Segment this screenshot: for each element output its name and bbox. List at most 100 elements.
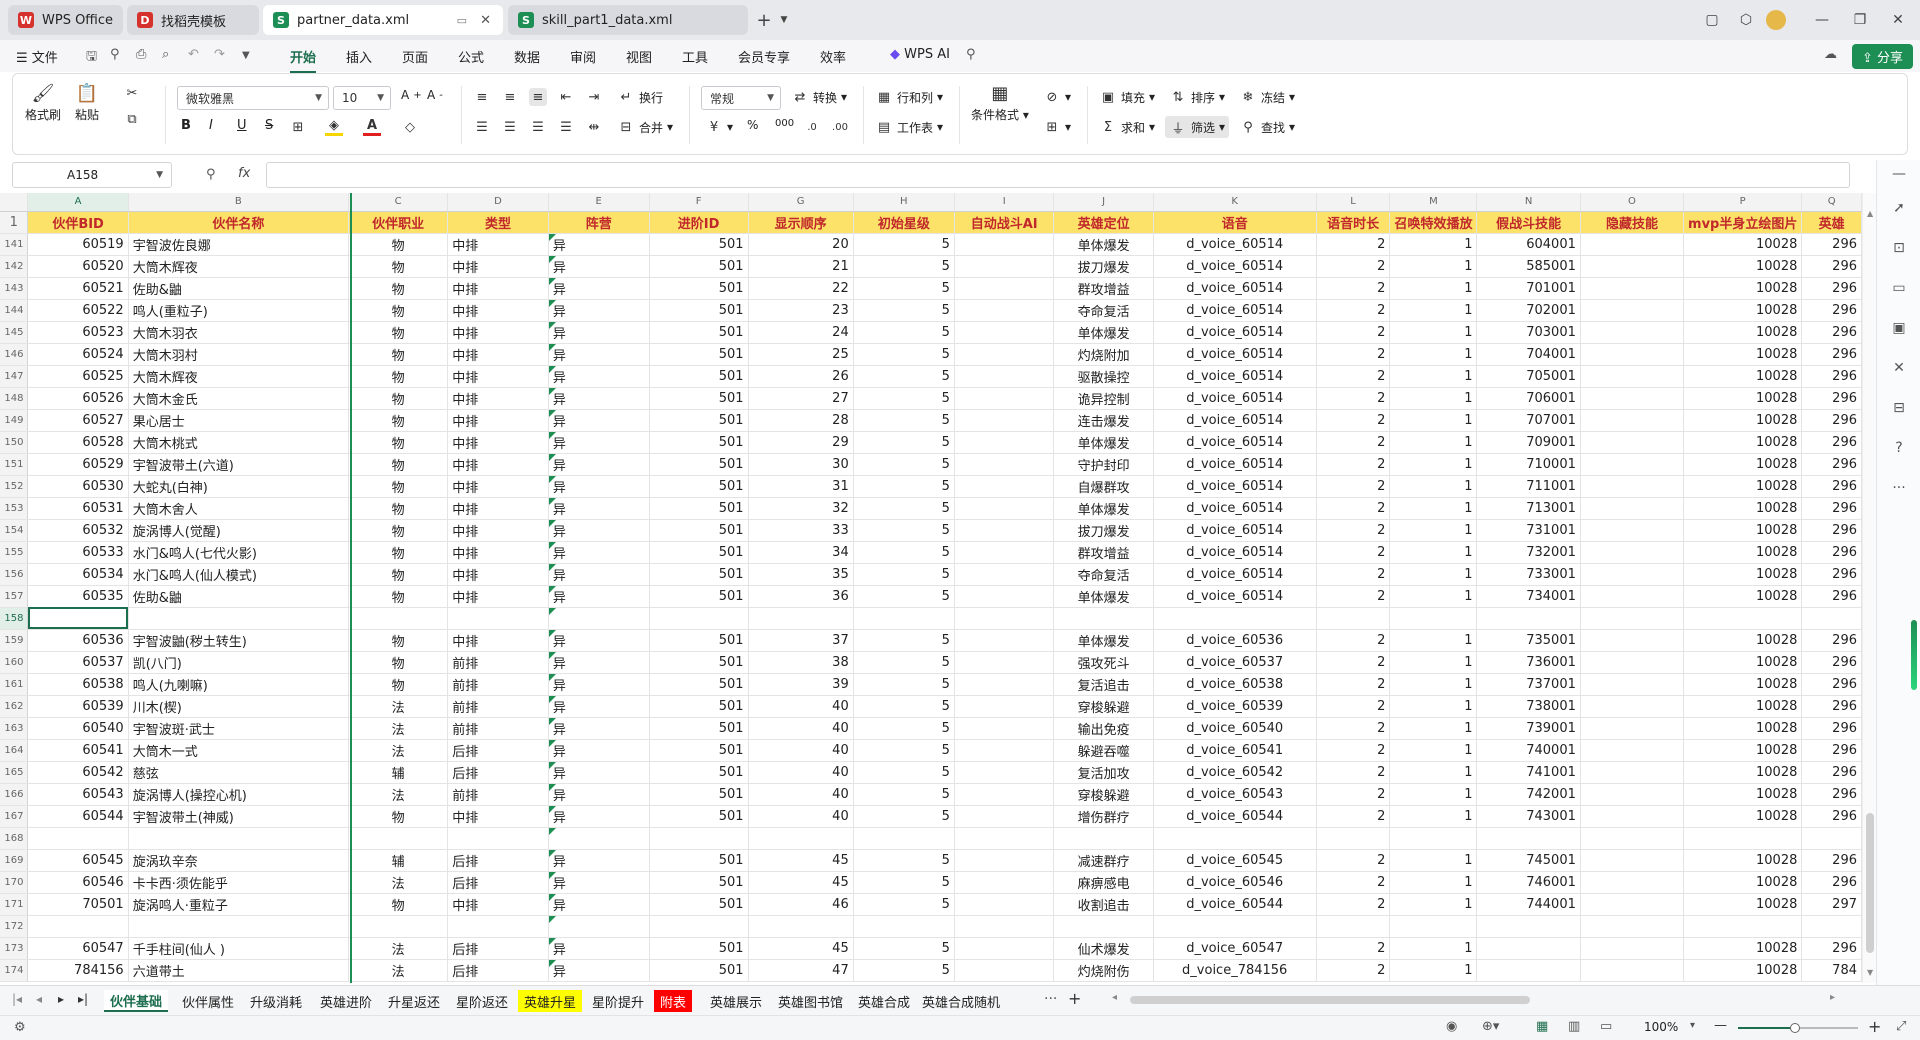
table-cell[interactable]: 中排 xyxy=(447,365,549,388)
table-cell[interactable]: 26 xyxy=(748,365,854,388)
table-cell[interactable]: 40 xyxy=(748,783,854,806)
minimize-icon[interactable]: — xyxy=(1810,8,1834,32)
table-cell[interactable]: d_voice_60537 xyxy=(1153,651,1317,674)
align-top-button[interactable]: ≡ xyxy=(473,88,491,106)
tab-partner-data[interactable]: Spartner_data.xml ▭ ✕ xyxy=(263,5,503,35)
table-cell[interactable]: d_voice_60514 xyxy=(1153,365,1317,388)
table-cell[interactable]: 2 xyxy=(1316,519,1391,542)
table-cell[interactable]: 10028 xyxy=(1683,387,1803,410)
table-cell[interactable]: 501 xyxy=(649,277,749,300)
align-bottom-button[interactable]: ≡ xyxy=(529,88,547,106)
table-cell[interactable] xyxy=(1580,387,1685,410)
table-cell[interactable]: 47 xyxy=(748,959,854,982)
table-cell[interactable]: 60528 xyxy=(27,431,129,454)
table-cell[interactable]: 异 xyxy=(548,629,650,652)
table-cell[interactable] xyxy=(1580,761,1685,784)
table-cell[interactable]: 604001 xyxy=(1476,233,1581,256)
table-cell[interactable]: 物 xyxy=(348,541,449,564)
sheet-tab[interactable]: 星阶返还 xyxy=(450,990,514,1012)
table-cell[interactable]: d_voice_60514 xyxy=(1153,563,1317,586)
table-cell[interactable]: d_voice_60514 xyxy=(1153,233,1317,256)
filter-button[interactable]: ⏚ 筛选 ▾ xyxy=(1165,116,1230,138)
table-cell[interactable]: 585001 xyxy=(1476,255,1581,278)
table-cell[interactable]: 1 xyxy=(1389,453,1478,476)
table-cell[interactable]: 10028 xyxy=(1683,541,1803,564)
row-number[interactable]: 172 xyxy=(0,915,29,938)
table-cell[interactable] xyxy=(1580,365,1685,388)
table-cell[interactable]: 2 xyxy=(1316,629,1391,652)
table-cell[interactable]: 1 xyxy=(1389,783,1478,806)
column-title[interactable]: 伙伴职业 xyxy=(348,211,449,234)
table-cell[interactable]: 大筒木辉夜 xyxy=(128,365,349,388)
table-cell[interactable] xyxy=(1580,871,1685,894)
maximize-icon[interactable]: ❐ xyxy=(1848,8,1872,32)
table-cell[interactable]: 25 xyxy=(748,343,854,366)
fill-color-button[interactable]: ◈ xyxy=(325,118,343,136)
zoom-level[interactable]: 100% xyxy=(1644,1020,1678,1034)
table-cell[interactable]: 10028 xyxy=(1683,695,1803,718)
table-cell[interactable] xyxy=(1580,739,1685,762)
font-name-select[interactable]: 微软雅黑 ▼ xyxy=(177,86,329,110)
table-cell[interactable]: 中排 xyxy=(447,585,549,608)
table-cell[interactable]: 异 xyxy=(548,937,650,960)
table-cell[interactable]: 卡卡西·须佐能乎 xyxy=(128,871,349,894)
table-cell[interactable]: 大筒木舍人 xyxy=(128,497,349,520)
row-number[interactable]: 173 xyxy=(0,937,29,960)
table-cell[interactable]: d_voice_60514 xyxy=(1153,541,1317,564)
table-cell[interactable]: 1 xyxy=(1389,805,1478,828)
table-cell[interactable]: 20 xyxy=(748,233,854,256)
table-cell[interactable]: 异 xyxy=(548,453,650,476)
table-cell[interactable]: 异 xyxy=(548,673,650,696)
table-cell[interactable]: 大筒木羽衣 xyxy=(128,321,349,344)
table-cell[interactable]: 1 xyxy=(1389,365,1478,388)
table-cell[interactable]: 10028 xyxy=(1683,409,1803,432)
table-cell[interactable]: 296 xyxy=(1801,255,1862,278)
column-title[interactable]: 类型 xyxy=(447,211,549,234)
column-title[interactable]: 英雄定位 xyxy=(1053,211,1154,234)
table-cell[interactable]: 1 xyxy=(1389,739,1478,762)
table-cell[interactable]: 501 xyxy=(649,849,749,872)
table-cell[interactable] xyxy=(1580,629,1685,652)
row-number[interactable]: 150 xyxy=(0,431,29,454)
table-cell[interactable]: 2 xyxy=(1316,783,1391,806)
table-cell[interactable]: 物 xyxy=(348,585,449,608)
table-cell[interactable]: 501 xyxy=(649,541,749,564)
table-cell[interactable]: 10028 xyxy=(1683,871,1803,894)
table-cell[interactable]: 物 xyxy=(348,475,449,498)
table-cell[interactable]: 24 xyxy=(748,321,854,344)
table-cell[interactable]: 501 xyxy=(649,959,749,982)
table-cell[interactable] xyxy=(1580,937,1685,960)
table-cell[interactable] xyxy=(128,607,349,630)
table-cell[interactable]: 60535 xyxy=(27,585,129,608)
table-cell[interactable]: 296 xyxy=(1801,321,1862,344)
table-cell[interactable]: 慈弦 xyxy=(128,761,349,784)
table-cell[interactable] xyxy=(1316,827,1391,850)
image-icon[interactable]: ▣ xyxy=(1889,318,1909,338)
table-cell[interactable]: 物 xyxy=(348,893,449,916)
table-cell[interactable]: 物 xyxy=(348,673,449,696)
table-cell[interactable]: 1 xyxy=(1389,585,1478,608)
wrap-text-button[interactable]: ↵ 换行 xyxy=(617,88,663,106)
table-cell[interactable]: d_voice_60514 xyxy=(1153,519,1317,542)
table-cell[interactable]: 60545 xyxy=(27,849,129,872)
table-cell[interactable]: 中排 xyxy=(447,893,549,916)
row-number[interactable]: 164 xyxy=(0,739,29,762)
table-cell[interactable]: 大筒木辉夜 xyxy=(128,255,349,278)
sheet-tab[interactable]: 伙伴属性 xyxy=(176,990,240,1012)
table-cell[interactable]: 37 xyxy=(748,629,854,652)
column-title[interactable]: 显示顺序 xyxy=(748,211,854,234)
column-header[interactable]: A xyxy=(27,193,129,212)
table-cell[interactable]: 异 xyxy=(548,409,650,432)
row-number[interactable]: 153 xyxy=(0,497,29,520)
table-cell[interactable]: 30 xyxy=(748,453,854,476)
table-cell[interactable]: 1 xyxy=(1389,717,1478,740)
hscroll-left-icon[interactable]: ◂ xyxy=(1112,992,1117,1003)
table-cell[interactable]: 296 xyxy=(1801,783,1862,806)
table-cell[interactable]: 2 xyxy=(1316,387,1391,410)
cell-style-button[interactable]: ⊘ ▾ xyxy=(1043,88,1071,106)
table-cell[interactable]: 501 xyxy=(649,673,749,696)
table-cell[interactable]: 501 xyxy=(649,695,749,718)
table-cell[interactable]: d_voice_60541 xyxy=(1153,739,1317,762)
table-cell[interactable]: 中排 xyxy=(447,343,549,366)
table-cell[interactable]: 守护封印 xyxy=(1053,453,1154,476)
